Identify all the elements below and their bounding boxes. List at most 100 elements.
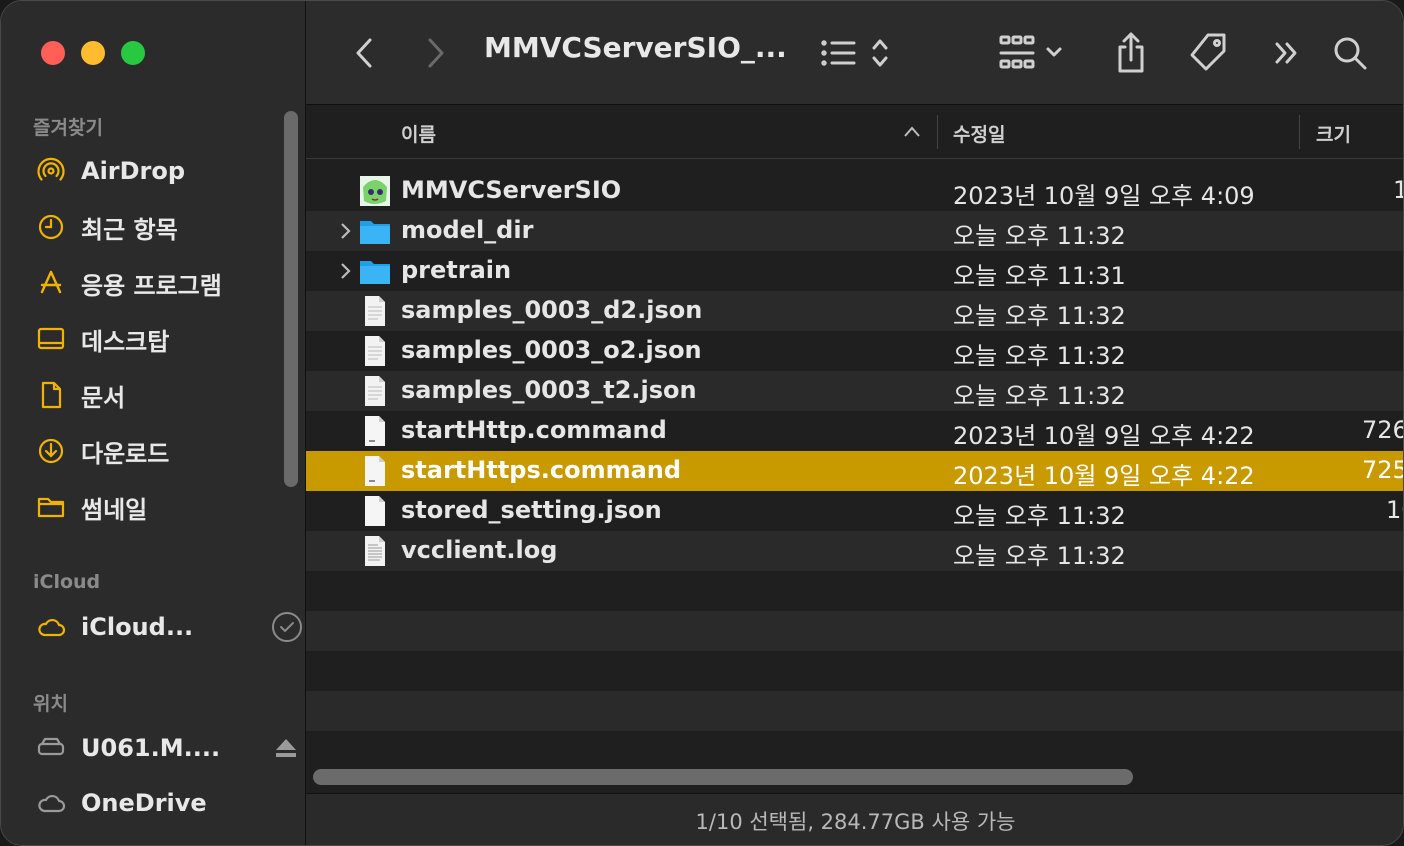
file-date: 오늘 오후 11:32 [953, 222, 1126, 250]
empty-row [306, 651, 1403, 691]
sidebar-item-drive[interactable]: U061.M.... [35, 728, 296, 768]
folder-icon [360, 221, 390, 244]
sync-status-icon [270, 607, 304, 647]
sort-ascending-icon[interactable] [903, 125, 921, 139]
column-size[interactable]: 크기 [1316, 120, 1351, 147]
file-row-selected[interactable]: startHttps.command 2023년 10월 9일 오후 4:22 … [306, 451, 1404, 491]
sidebar-item-label: 최근 항목 [81, 215, 178, 244]
file-date: 오늘 오후 11:32 [953, 502, 1126, 530]
sidebar-item-label: 썸네일 [81, 495, 148, 524]
group-button[interactable] [998, 29, 1072, 77]
file-row[interactable]: samples_0003_d2.json 오늘 오후 11:32 [306, 291, 1403, 331]
file-row[interactable]: stored_setting.json 오늘 오후 11:32 10 [306, 491, 1403, 531]
empty-row [306, 731, 1403, 771]
chevron-left-icon [356, 38, 372, 68]
sidebar-item-airdrop[interactable]: AirDrop [35, 151, 265, 191]
disclosure-chevron-icon[interactable] [336, 219, 354, 243]
folder-icon [35, 491, 67, 523]
empty-row [306, 691, 1403, 731]
cloud-icon [35, 611, 67, 643]
sidebar: 즐겨찾기 AirDrop 최근 항목 응용 프로그램 데스크탑 문서 다운로드 … [1, 1, 306, 845]
file-name: samples_0003_o2.json [401, 336, 702, 364]
sidebar-item-label: 데스크탑 [81, 327, 170, 356]
sidebar-section-favorites: 즐겨찾기 [33, 117, 103, 139]
file-row[interactable]: MMVCServerSIO 2023년 10월 9일 오후 4:09 1 [306, 171, 1403, 211]
cloud-icon [35, 787, 67, 819]
sidebar-scrollbar[interactable] [284, 111, 298, 487]
disclosure-chevron-icon[interactable] [336, 259, 354, 283]
file-row[interactable]: vcclient.log 오늘 오후 11:32 [306, 531, 1403, 571]
column-name[interactable]: 이름 [401, 120, 436, 147]
file-date: 오늘 오후 11:31 [953, 262, 1126, 290]
column-divider[interactable] [1299, 115, 1300, 149]
file-row[interactable]: startHttp.command 2023년 10월 9일 오후 4:22 7… [306, 411, 1404, 451]
empty-row [306, 611, 1403, 651]
sidebar-item-onedrive[interactable]: OneDrive [35, 783, 265, 823]
sidebar-item-label: 문서 [81, 383, 126, 412]
file-row[interactable]: model_dir 오늘 오후 11:32 [306, 211, 1403, 251]
more-button[interactable] [1270, 29, 1304, 77]
sidebar-item-thumbnails[interactable]: 썸네일 [35, 487, 265, 527]
file-name: samples_0003_t2.json [401, 376, 697, 404]
folder-icon [360, 261, 390, 284]
file-size: 725 [1362, 456, 1404, 484]
file-date: 2023년 10월 9일 오후 4:22 [953, 462, 1255, 490]
sidebar-item-applications[interactable]: 응용 프로그램 [35, 263, 265, 303]
minimize-button[interactable] [81, 41, 105, 65]
tag-icon [1190, 33, 1226, 71]
file-name: model_dir [401, 216, 534, 244]
horizontal-scrollbar[interactable] [313, 769, 1133, 785]
list-view-icon [821, 39, 888, 67]
file-row[interactable]: samples_0003_o2.json 오늘 오후 11:32 [306, 331, 1403, 371]
back-button[interactable] [346, 29, 382, 77]
sidebar-item-documents[interactable]: 문서 [35, 375, 265, 415]
file-name: samples_0003_d2.json [401, 296, 703, 324]
download-icon [35, 435, 67, 467]
clock-icon [35, 211, 67, 243]
json-file-icon [365, 496, 385, 526]
sidebar-section-icloud: iCloud [33, 571, 101, 593]
sidebar-item-downloads[interactable]: 다운로드 [35, 431, 265, 471]
chevron-right-icon [428, 38, 444, 68]
toolbar: MMVCServerSIO_... [306, 1, 1403, 105]
file-date: 오늘 오후 11:32 [953, 302, 1126, 330]
file-name: stored_setting.json [401, 496, 662, 524]
eject-icon[interactable] [274, 728, 298, 768]
sidebar-item-recents[interactable]: 최근 항목 [35, 207, 265, 247]
sidebar-item-desktop[interactable]: 데스크탑 [35, 319, 265, 359]
search-button[interactable] [1330, 29, 1370, 77]
tag-button[interactable] [1186, 29, 1230, 77]
file-size: 726 [1362, 416, 1404, 444]
document-icon [35, 379, 67, 411]
finder-window: 즐겨찾기 AirDrop 최근 항목 응용 프로그램 데스크탑 문서 다운로드 … [0, 0, 1404, 846]
column-modified[interactable]: 수정일 [953, 120, 1005, 147]
forward-button[interactable] [418, 29, 454, 77]
log-file-icon [365, 536, 385, 566]
command-file-icon [365, 416, 385, 446]
column-divider[interactable] [937, 115, 938, 149]
view-options-button[interactable] [818, 29, 894, 77]
double-chevron-icon [1275, 42, 1297, 64]
json-file-icon [365, 336, 385, 366]
file-date: 2023년 10월 9일 오후 4:22 [953, 422, 1255, 450]
sidebar-item-icloud-drive[interactable]: iCloud... [35, 607, 302, 647]
share-button[interactable] [1111, 29, 1151, 77]
app-icon [360, 176, 390, 206]
file-row[interactable]: pretrain 오늘 오후 11:31 [306, 251, 1403, 291]
sidebar-item-label: iCloud... [81, 613, 194, 641]
file-list: MMVCServerSIO 2023년 10월 9일 오후 4:09 1 mod… [306, 159, 1404, 791]
file-name: MMVCServerSIO [401, 176, 622, 204]
window-title: MMVCServerSIO_... [484, 31, 787, 64]
file-size: 1 [1393, 176, 1403, 204]
command-file-icon [365, 456, 385, 486]
close-button[interactable] [41, 41, 65, 65]
column-header: 이름 수정일 크기 [306, 105, 1403, 159]
window-controls [41, 41, 145, 65]
file-date: 오늘 오후 11:32 [953, 542, 1126, 570]
json-file-icon [365, 376, 385, 406]
file-row[interactable]: samples_0003_t2.json 오늘 오후 11:32 [306, 371, 1403, 411]
zoom-button[interactable] [121, 41, 145, 65]
sidebar-section-locations: 위치 [33, 693, 68, 715]
file-size: 10 [1386, 496, 1403, 524]
sidebar-item-label: OneDrive [81, 789, 207, 817]
